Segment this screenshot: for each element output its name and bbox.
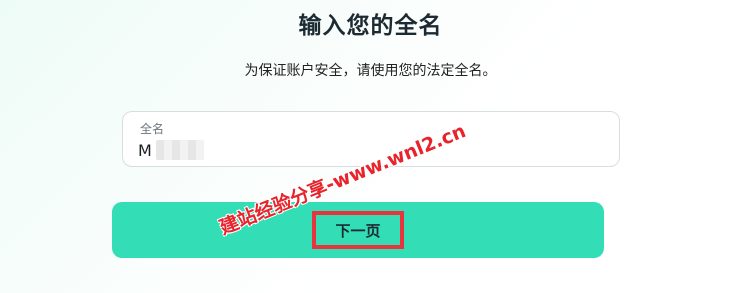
annotation-highlight-box: 下一页 (312, 211, 404, 249)
next-page-button[interactable]: 下一页 (112, 202, 604, 258)
full-name-input[interactable] (138, 138, 578, 162)
page-title: 输入您的全名 (298, 13, 443, 39)
next-page-label: 下一页 (335, 221, 381, 240)
page-subtitle: 为保证账户安全，请使用您的法定全名。 (244, 63, 497, 79)
redaction-blur (156, 140, 204, 160)
full-name-label: 全名 (140, 122, 165, 136)
full-name-field[interactable]: 全名 (122, 111, 620, 167)
